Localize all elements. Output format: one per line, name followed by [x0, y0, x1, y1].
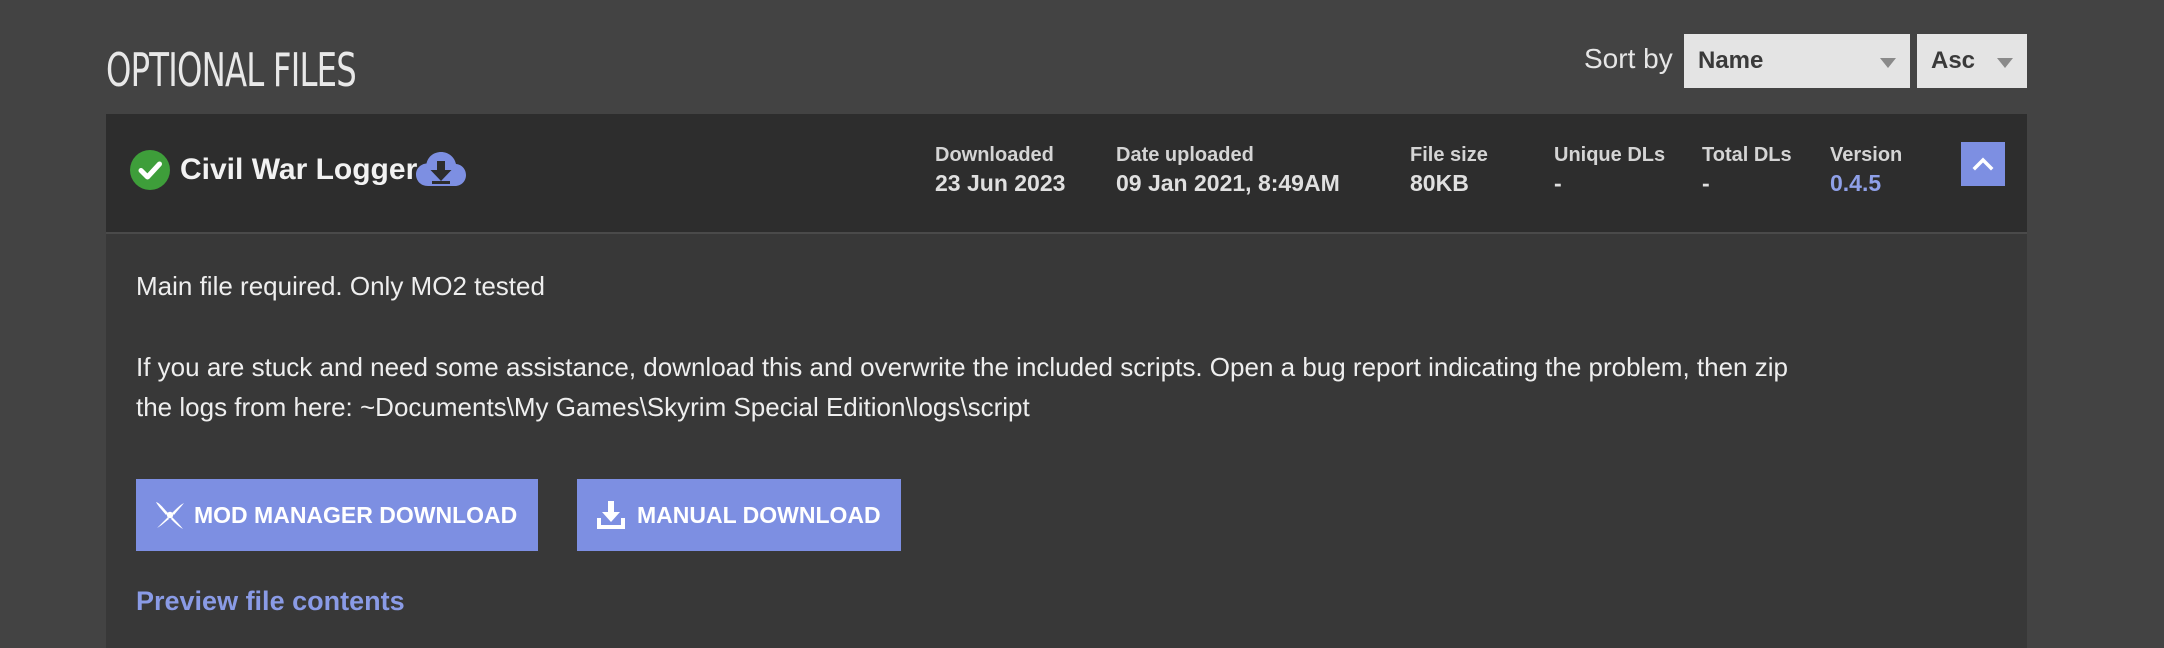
vortex-icon: [156, 502, 184, 529]
stat-date-uploaded: Date uploaded 09 Jan 2021, 8:49AM: [1116, 142, 1340, 198]
version-value: 0.4.5: [1830, 170, 1882, 196]
manual-download-button[interactable]: MANUAL DOWNLOAD: [577, 479, 901, 551]
preview-file-contents-link[interactable]: Preview file contents: [136, 582, 405, 620]
mod-manager-download-label: MOD MANAGER DOWNLOAD: [194, 502, 518, 528]
sort-field-select[interactable]: Name: [1684, 34, 1910, 88]
manual-download-label: MANUAL DOWNLOAD: [637, 502, 881, 528]
section-title: OPTIONAL FILES: [106, 43, 357, 97]
file-name: Civil War Logger: [180, 153, 418, 186]
file-description-line: the logs from here: ~Documents\My Games\…: [136, 392, 1030, 422]
sort-by-label: Sort by: [1584, 43, 1673, 74]
stat-unique-dls: Unique DLs -: [1554, 142, 1665, 198]
stat-label: Total DLs: [1702, 144, 1792, 166]
stat-total-dls: Total DLs -: [1702, 142, 1792, 198]
stat-value: -: [1702, 170, 1710, 196]
mod-manager-download-button[interactable]: MOD MANAGER DOWNLOAD: [136, 479, 538, 551]
stat-downloaded: Downloaded 23 Jun 2023: [935, 142, 1065, 198]
chevron-down-icon: [1997, 58, 2013, 68]
check-circle-icon: [130, 150, 170, 190]
stat-version: Version 0.4.5: [1830, 142, 1902, 198]
stat-label: Version: [1830, 144, 1903, 166]
chevron-down-icon: [1880, 58, 1896, 68]
sort-field-value: Name: [1698, 47, 1764, 74]
file-panel: Civil War Logger Downloaded 23 Jun 2023 …: [106, 114, 2027, 648]
stat-label: Unique DLs: [1554, 144, 1666, 166]
sort-order-select[interactable]: Asc: [1917, 34, 2027, 88]
stat-value: 23 Jun 2023: [935, 170, 1066, 196]
file-description-line: If you are stuck and need some assistanc…: [136, 352, 1788, 382]
stat-value: 09 Jan 2021, 8:49AM: [1116, 170, 1340, 196]
stat-value: 80KB: [1410, 170, 1469, 196]
collapse-button[interactable]: [1961, 142, 2005, 186]
stat-label: Date uploaded: [1116, 144, 1254, 166]
download-icon: [597, 501, 625, 529]
stat-value: -: [1554, 170, 1562, 196]
stat-label: File size: [1410, 144, 1488, 166]
file-header[interactable]: Civil War Logger Downloaded 23 Jun 2023 …: [106, 114, 2027, 234]
stat-label: Downloaded: [935, 144, 1054, 166]
cloud-download-icon[interactable]: [415, 150, 467, 190]
file-description-line: Main file required. Only MO2 tested: [136, 271, 545, 301]
chevron-up-icon: [1972, 157, 1994, 171]
sort-order-value: Asc: [1931, 47, 1976, 74]
stat-file-size: File size 80KB: [1410, 142, 1488, 198]
